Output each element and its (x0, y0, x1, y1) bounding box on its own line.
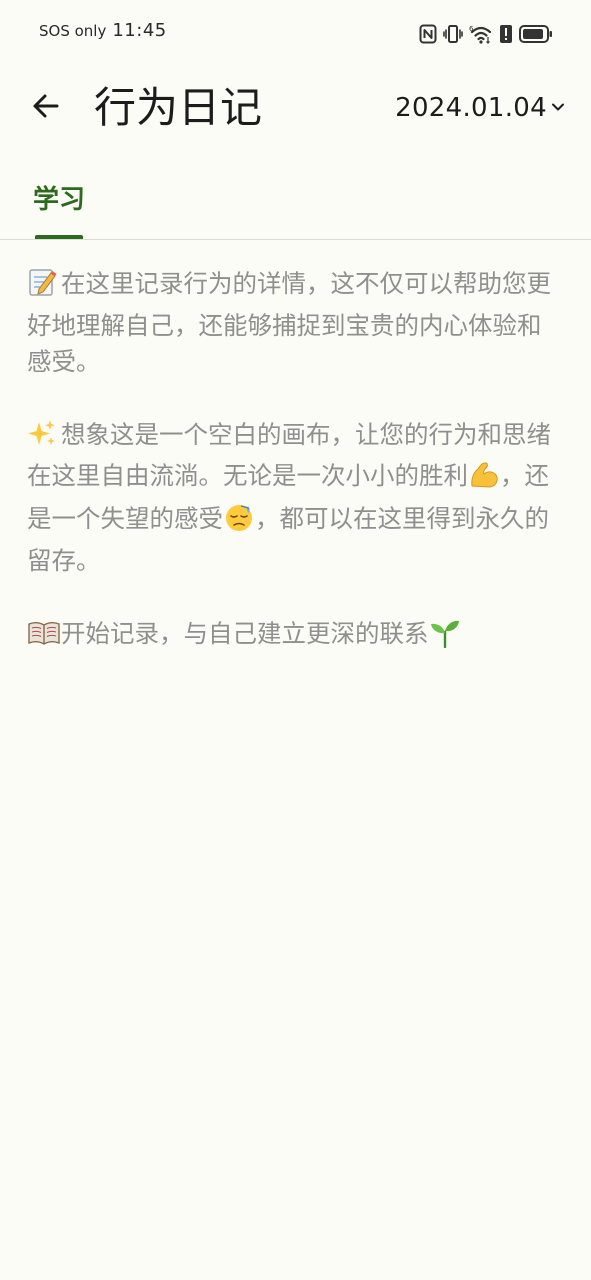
tab-label: 学习 (33, 185, 86, 215)
date-label: 2024.01.04 (395, 93, 547, 123)
hint-text-1: 在这里记录行为的详情，这不仅可以帮助您更好地理解自己，还能够捕捉到宝贵的内心体验… (27, 269, 551, 376)
sos-status: SOS only (39, 22, 107, 40)
tab-study[interactable]: 学习 (33, 182, 85, 239)
hint-text-3: 开始记录，与自己建立更深的联系 (61, 618, 429, 648)
clock: 11:45 (112, 20, 167, 41)
sparkles-icon (27, 418, 57, 459)
hint-paragraph-3: 开始记录，与自己建立更深的联系 (27, 616, 563, 659)
seedling-icon (429, 618, 461, 659)
arrow-left-icon (30, 90, 62, 126)
diary-editor[interactable]: 在这里记录行为的详情，这不仅可以帮助您更好地理解自己，还能够捕捉到宝贵的内心体验… (27, 266, 563, 694)
page-title: 行为日记 (94, 83, 263, 132)
status-left: SOS only 11:45 (39, 20, 167, 46)
battery-icon (519, 24, 553, 44)
downcast-sweat-face-icon (223, 503, 255, 544)
vibrate-icon (443, 24, 463, 44)
open-book-icon (27, 618, 61, 659)
status-icons: 6 (419, 22, 553, 46)
memo-icon (27, 267, 57, 308)
back-button[interactable] (26, 88, 66, 128)
hint-paragraph-1: 在这里记录行为的详情，这不仅可以帮助您更好地理解自己，还能够捕捉到宝贵的内心体验… (27, 266, 563, 381)
date-picker[interactable]: 2024.01.04 (395, 90, 565, 126)
chevron-down-icon (551, 99, 565, 118)
tab-bar: 学习 (0, 170, 591, 240)
app-bar: 行为日记 2024.01.04 (0, 66, 591, 152)
status-bar: SOS only 11:45 6 (0, 0, 591, 66)
nfc-icon (419, 24, 437, 44)
flexed-biceps-icon (468, 460, 500, 501)
tab-active-indicator (35, 235, 83, 239)
alert-icon (499, 24, 513, 44)
wifi-icon: 6 (469, 24, 493, 44)
hint-paragraph-2: 想象这是一个空白的画布，让您的行为和思绪在这里自由流淌。无论是一次小小的胜利 ，… (27, 417, 563, 580)
